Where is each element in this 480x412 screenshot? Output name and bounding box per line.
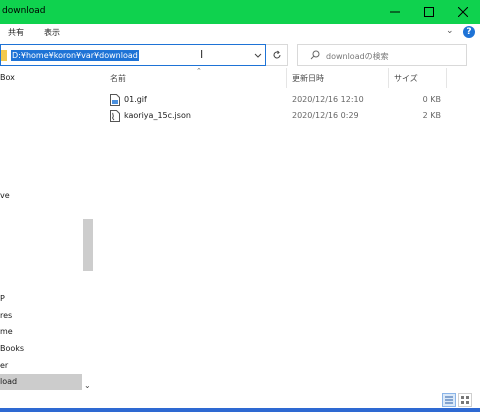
search-icon [310, 50, 320, 60]
column-divider[interactable] [286, 68, 287, 88]
nav-scrollbar[interactable] [83, 219, 93, 271]
close-icon [458, 7, 468, 17]
refresh-icon [273, 50, 280, 59]
file-name: 01.gif [124, 95, 147, 104]
nav-item-selected[interactable]: load [0, 374, 82, 390]
chevron-down-icon[interactable]: ⌄ [84, 381, 91, 390]
search-box[interactable]: downloadの検索 [297, 44, 467, 66]
title-bar: download [0, 0, 480, 24]
chevron-down-icon[interactable] [253, 50, 263, 60]
file-name: kaoriya_15c.json [124, 111, 191, 120]
nav-item[interactable]: res [0, 308, 82, 324]
tab-view[interactable]: 表示 [44, 27, 60, 38]
help-icon[interactable]: ? [463, 26, 475, 38]
nav-item[interactable]: Box [0, 70, 82, 86]
search-placeholder: downloadの検索 [326, 52, 389, 61]
window-title: download [2, 6, 46, 16]
nav-item[interactable]: er [0, 358, 82, 374]
ribbon-tabs: 共有 表示 ⌄ [0, 24, 480, 40]
tab-share[interactable]: 共有 [8, 27, 24, 38]
nav-item[interactable]: ve [0, 188, 82, 204]
details-view-icon [445, 396, 453, 404]
gif-file-icon [110, 94, 120, 106]
large-icons-view-button[interactable] [458, 393, 472, 407]
details-view-button[interactable] [442, 393, 456, 407]
minimize-button[interactable] [378, 0, 412, 24]
file-row[interactable]: kaoriya_15c.json 2020/12/16 0:29 2 KB [96, 107, 480, 125]
json-file-icon [110, 110, 120, 122]
column-name[interactable]: 名前 [110, 73, 126, 84]
column-size[interactable]: サイズ [394, 73, 418, 84]
maximize-button[interactable] [412, 0, 446, 24]
file-size: 0 KB [422, 95, 441, 104]
column-divider[interactable] [446, 68, 447, 88]
column-divider[interactable] [388, 68, 389, 88]
taskbar-edge [0, 408, 480, 412]
column-date[interactable]: 更新日時 [292, 73, 324, 84]
navigation-pane: Box ve P res me Books er load ⌄ [0, 68, 95, 390]
ribbon-expand-icon[interactable]: ⌄ [446, 26, 454, 36]
column-headers: ⌃ 名前 更新日時 サイズ [96, 67, 480, 88]
close-button[interactable] [446, 0, 480, 24]
large-icons-view-icon [461, 396, 469, 404]
sort-up-icon: ⌃ [196, 67, 202, 75]
file-date: 2020/12/16 12:10 [292, 95, 364, 104]
minimize-icon [390, 11, 400, 13]
refresh-button[interactable] [266, 44, 288, 66]
text-cursor-icon: I [200, 48, 204, 61]
file-size: 2 KB [422, 111, 441, 120]
nav-item[interactable]: me [0, 324, 82, 340]
nav-item[interactable]: P [0, 291, 82, 307]
address-bar[interactable]: D:¥home¥koron¥var¥download I [0, 44, 266, 66]
folder-icon [1, 50, 7, 61]
address-path[interactable]: D:¥home¥koron¥var¥download [11, 50, 139, 61]
maximize-icon [424, 7, 434, 17]
address-row: D:¥home¥koron¥var¥download I downloadの検索 [0, 42, 480, 68]
file-date: 2020/12/16 0:29 [292, 111, 359, 120]
nav-item[interactable]: Books [0, 341, 82, 357]
